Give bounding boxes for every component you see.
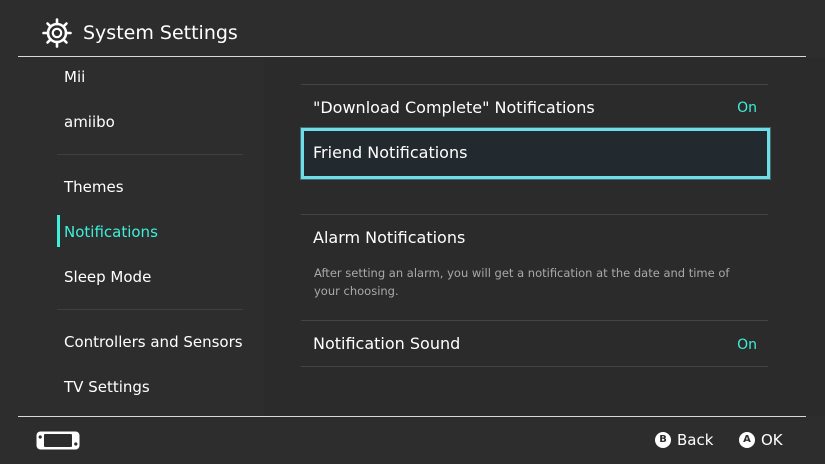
setting-value: On [737, 337, 757, 353]
setting-row-friend-notifications[interactable]: Friend Notifications [301, 128, 770, 179]
setting-label: Notification Sound [313, 334, 461, 353]
settings-panel: "Download Complete" Notifications On Fri… [264, 57, 825, 416]
page-title: System Settings [83, 22, 238, 44]
sidebar-item-amiibo[interactable]: amiibo [64, 111, 115, 133]
setting-label: Alarm Notifications [313, 228, 466, 247]
setting-description: After setting an alarm, you will get a n… [314, 266, 730, 298]
system-settings-screen: System Settings Mii amiibo Themes Notifi… [0, 0, 825, 464]
sidebar-item-controllers-and-sensors[interactable]: Controllers and Sensors [64, 331, 243, 353]
sidebar-item-notifications[interactable]: Notifications [64, 221, 158, 243]
active-indicator [57, 215, 60, 247]
header: System Settings [0, 0, 825, 56]
row-divider [301, 320, 768, 321]
back-button[interactable]: B Back [655, 429, 713, 451]
sidebar-item-sleep-mode[interactable]: Sleep Mode [64, 266, 151, 288]
gear-icon [42, 18, 72, 48]
sidebar-item-themes[interactable]: Themes [64, 176, 124, 198]
a-button-icon: A [739, 432, 755, 448]
ok-button[interactable]: A OK [739, 429, 783, 451]
setting-label: Friend Notifications [313, 143, 468, 162]
footer: B Back A OK [0, 417, 825, 464]
ok-label: OK [761, 431, 783, 449]
sidebar-item-mii[interactable]: Mii [64, 66, 85, 88]
b-button-icon: B [655, 432, 671, 448]
sidebar: Mii amiibo Themes Notifications Sleep Mo… [0, 57, 264, 416]
setting-value: On [737, 100, 757, 116]
sidebar-divider [57, 154, 243, 155]
handheld-console-icon [36, 431, 80, 450]
sidebar-item-tv-settings[interactable]: TV Settings [64, 376, 150, 398]
sidebar-divider [57, 309, 243, 310]
row-divider [301, 214, 768, 215]
row-divider [301, 366, 768, 367]
row-divider [301, 84, 768, 85]
back-label: Back [677, 431, 714, 449]
setting-label: "Download Complete" Notifications [313, 98, 595, 117]
